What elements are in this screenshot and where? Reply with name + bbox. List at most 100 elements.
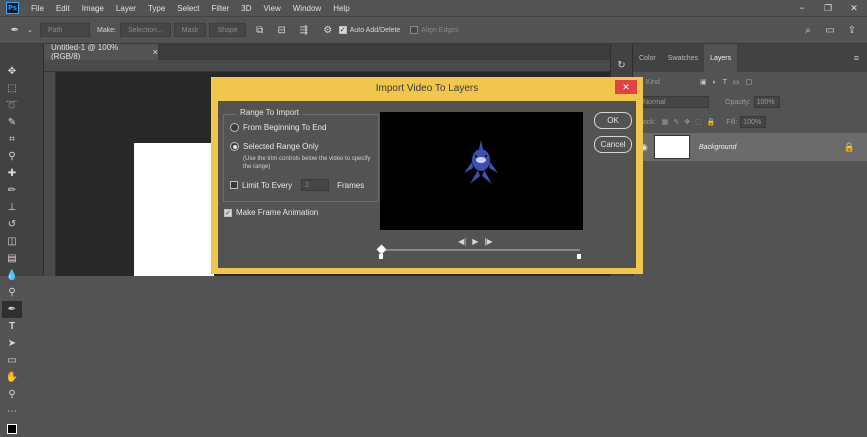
menu-3d[interactable]: 3D: [235, 4, 257, 13]
align-edges-checkbox[interactable]: [410, 26, 419, 34]
path-selection-tool-icon[interactable]: ➤: [2, 335, 22, 352]
lock-icon: 🔒: [843, 141, 855, 152]
menu-filter[interactable]: Filter: [206, 4, 236, 13]
hand-tool-icon[interactable]: ✋: [2, 369, 22, 386]
selected-range-label: Selected Range Only: [243, 142, 319, 151]
vertical-ruler: [44, 72, 56, 276]
playhead-handle[interactable]: [376, 244, 387, 255]
history-brush-tool-icon[interactable]: ↺: [2, 216, 22, 233]
close-icon[interactable]: ✕: [615, 80, 637, 94]
lasso-tool-icon[interactable]: ➰: [2, 97, 22, 114]
marquee-tool-icon[interactable]: ⬚: [2, 80, 22, 97]
document-tab[interactable]: Untitled-1 @ 100% (RGB/8) ×: [44, 43, 158, 61]
menu-help[interactable]: Help: [327, 4, 355, 13]
edit-toolbar-icon[interactable]: ⋯: [2, 403, 22, 420]
layer-thumbnail: [654, 135, 690, 159]
menu-bar: Ps File Edit Image Layer Type Select Fil…: [0, 0, 867, 16]
kind-filter-select[interactable]: Kind: [646, 79, 660, 86]
minimize-icon[interactable]: −: [789, 0, 815, 16]
menu-window[interactable]: Window: [287, 4, 327, 13]
chevron-down-icon[interactable]: ⌄: [26, 23, 34, 37]
menu-edit[interactable]: Edit: [50, 4, 76, 13]
selected-range-option[interactable]: Selected Range Only: [230, 142, 319, 151]
type-tool-icon[interactable]: T: [2, 318, 22, 335]
blend-row: Normal Opacity: 100%: [633, 92, 867, 112]
ok-button[interactable]: OK: [594, 112, 632, 129]
history-panel-icon[interactable]: ↻: [617, 60, 625, 71]
eraser-tool-icon[interactable]: ◫: [2, 233, 22, 250]
panel-menu-icon[interactable]: ≡: [854, 44, 867, 72]
zoom-tool-icon[interactable]: ⚲: [2, 386, 22, 403]
menu-file[interactable]: File: [25, 4, 50, 13]
gradient-tool-icon[interactable]: ▤: [2, 250, 22, 267]
limit-checkbox[interactable]: [230, 181, 238, 189]
tab-color[interactable]: Color: [633, 44, 662, 72]
import-video-dialog: Import Video To Layers ✕ Range To Import…: [211, 77, 643, 274]
foreground-color-swatch[interactable]: [2, 420, 22, 437]
pen-tool-icon[interactable]: ✒: [2, 301, 22, 318]
limit-label: Limit To Every: [242, 180, 293, 190]
from-beginning-option[interactable]: From Beginning To End: [230, 123, 326, 132]
clone-stamp-tool-icon[interactable]: ⊥: [2, 199, 22, 216]
make-selection-button[interactable]: Selection...: [120, 23, 171, 37]
path-arrangement-icon[interactable]: ⇶: [297, 23, 311, 37]
workspace-icon[interactable]: ▭: [823, 23, 837, 37]
trim-end-handle[interactable]: [577, 254, 581, 259]
timeline-track[interactable]: [381, 249, 580, 251]
frame-animation-row: ✓ Make Frame Animation: [224, 208, 318, 217]
step-back-icon[interactable]: ◀|: [458, 237, 466, 246]
make-shape-button[interactable]: Shape: [209, 23, 246, 37]
menu-view[interactable]: View: [258, 4, 287, 13]
healing-brush-tool-icon[interactable]: ✚: [2, 165, 22, 182]
opacity-input[interactable]: 100%: [753, 96, 780, 108]
move-tool-icon[interactable]: ✥: [2, 63, 22, 80]
brush-tool-icon[interactable]: ✏: [2, 182, 22, 199]
search-icon[interactable]: ⌕: [801, 23, 815, 37]
restore-icon[interactable]: ❐: [815, 0, 841, 16]
make-mask-button[interactable]: Mask: [173, 23, 207, 37]
layer-filter-row: ⌕ Kind ▣◐T▭▢: [633, 72, 867, 92]
path-alignment-icon[interactable]: ⊟: [275, 23, 289, 37]
document-canvas[interactable]: [134, 143, 214, 276]
auto-add-delete-checkbox[interactable]: ✓: [338, 26, 347, 34]
limit-frames-input[interactable]: 2: [301, 179, 330, 191]
shark-video-frame: [464, 140, 498, 184]
path-mode-select[interactable]: Path: [40, 23, 90, 37]
close-window-icon[interactable]: ✕: [841, 0, 867, 16]
lock-options-icons[interactable]: ▦✎✥⬚🔒: [662, 118, 721, 126]
make-label: Make:: [97, 26, 117, 34]
tab-layers[interactable]: Layers: [704, 44, 738, 72]
crop-tool-icon[interactable]: ⌗: [2, 131, 22, 148]
rectangle-tool-icon[interactable]: ▭: [2, 352, 22, 369]
selected-range-radio[interactable]: [230, 142, 239, 151]
dialog-body: Range To Import From Beginning To End Se…: [218, 101, 636, 268]
filter-icons[interactable]: ▣◐T▭▢: [700, 78, 758, 86]
pen-tool-icon[interactable]: ✒: [8, 23, 22, 37]
tab-swatches[interactable]: Swatches: [662, 44, 704, 72]
selected-range-note: (Use the trim controls below the video t…: [243, 156, 371, 170]
dodge-tool-icon[interactable]: ⚲: [2, 284, 22, 301]
panel-tabs: Color Swatches Layers ≡: [633, 44, 867, 72]
lock-row: Lock: ▦✎✥⬚🔒 Fill: 100%: [633, 112, 867, 132]
share-icon[interactable]: ⇪: [845, 23, 859, 37]
eyedropper-tool-icon[interactable]: ⚲: [2, 148, 22, 165]
menu-layer[interactable]: Layer: [110, 4, 142, 13]
frame-animation-checkbox[interactable]: ✓: [224, 208, 232, 217]
blend-mode-select[interactable]: Normal: [639, 96, 709, 108]
play-icon[interactable]: ▶: [472, 237, 478, 246]
fill-input[interactable]: 100%: [740, 116, 767, 128]
step-forward-icon[interactable]: |▶: [484, 237, 492, 246]
cancel-button[interactable]: Cancel: [594, 136, 632, 153]
gear-icon[interactable]: ⚙: [321, 23, 335, 37]
menu-image[interactable]: Image: [76, 4, 110, 13]
layer-row-background[interactable]: ◉ Background 🔒: [633, 133, 867, 161]
quick-select-tool-icon[interactable]: ✎: [2, 114, 22, 131]
from-beginning-radio[interactable]: [230, 123, 239, 132]
menu-select[interactable]: Select: [171, 4, 205, 13]
range-to-import-label: Range To Import: [237, 108, 302, 117]
auto-add-delete-label: Auto Add/Delete: [349, 26, 401, 34]
trim-start-handle[interactable]: [379, 254, 383, 259]
menu-type[interactable]: Type: [142, 4, 171, 13]
path-operations-icon[interactable]: ⧉: [253, 23, 267, 37]
horizontal-ruler: [44, 60, 610, 72]
